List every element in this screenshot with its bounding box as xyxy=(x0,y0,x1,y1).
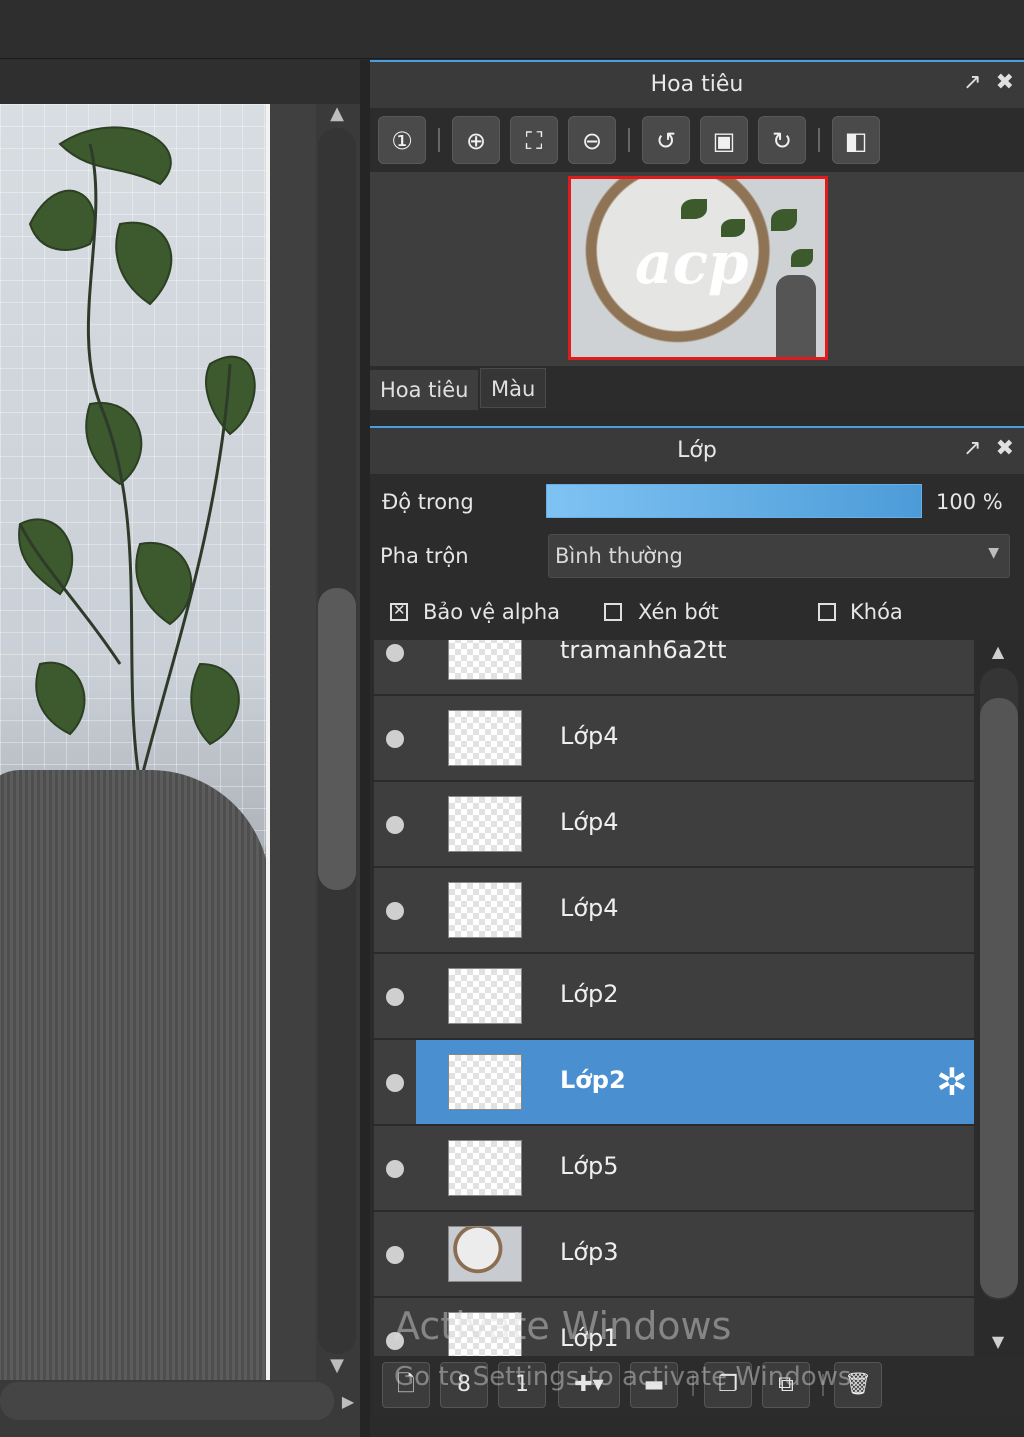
visibility-dot-icon[interactable] xyxy=(386,1160,404,1178)
canvas-image[interactable] xyxy=(0,104,268,1380)
chevron-down-icon: ▼ xyxy=(988,545,999,561)
tab-navigator[interactable]: Hoa tiêu xyxy=(370,370,479,410)
activation-watermark-subtitle: Go to Settings to activate Windows. xyxy=(394,1362,860,1392)
layer-name: Lớp2 xyxy=(560,1066,626,1094)
layer-name: Lớp4 xyxy=(560,894,619,922)
layer-thumbnail xyxy=(448,1140,522,1196)
protect-alpha-label: Bảo vệ alpha xyxy=(423,600,561,624)
toolbar-separator xyxy=(438,128,440,152)
layer-thumbnail xyxy=(448,1226,522,1282)
gear-icon[interactable]: ✲ xyxy=(936,1060,968,1104)
navigator-panel-header: Hoa tiêu ↗ ✖ xyxy=(370,60,1024,108)
visibility-dot-icon[interactable] xyxy=(386,1074,404,1092)
visibility-dot-icon[interactable] xyxy=(386,1246,404,1264)
preview-leaf xyxy=(771,209,797,231)
activation-watermark-title: Activate Windows xyxy=(394,1304,732,1348)
scroll-down-arrow-icon[interactable]: ▼ xyxy=(986,1332,1010,1354)
layer-row[interactable]: Lớp5 xyxy=(374,1126,974,1212)
popout-icon[interactable]: ↗ xyxy=(963,70,981,95)
toolbar-separator xyxy=(628,128,630,152)
layers-title: Lớp xyxy=(677,438,717,463)
layer-row[interactable]: Lớp2 xyxy=(374,954,974,1040)
preview-text: acp xyxy=(635,229,749,297)
layer-row[interactable]: Lớp4 xyxy=(374,782,974,868)
preview-vase xyxy=(776,275,816,357)
layer-name: Lớp5 xyxy=(560,1152,619,1180)
scroll-up-arrow-icon[interactable]: ▲ xyxy=(986,642,1010,664)
layer-thumbnail xyxy=(448,796,522,852)
fit-screen-icon[interactable]: ⛶ xyxy=(510,116,558,164)
lock-label: Khóa xyxy=(850,600,903,624)
opacity-slider[interactable] xyxy=(546,484,922,518)
vase-illustration xyxy=(0,770,268,1380)
fit-window-icon[interactable]: ▣ xyxy=(700,116,748,164)
zoom-actual-icon[interactable]: ① xyxy=(378,116,426,164)
canvas-gutter xyxy=(270,104,316,1380)
layer-row-selected[interactable]: Lớp2 ✲ xyxy=(374,1040,974,1126)
zoom-in-icon[interactable]: ⊕ xyxy=(452,116,500,164)
layer-name: Lớp4 xyxy=(560,722,619,750)
navigator-toolbar: ① ⊕ ⛶ ⊖ ↺ ▣ ↻ ◧ xyxy=(370,108,1024,172)
layer-thumbnail xyxy=(448,710,522,766)
blend-mode-value: Bình thường xyxy=(555,544,683,568)
zoom-out-icon[interactable]: ⊖ xyxy=(568,116,616,164)
rotate-left-icon[interactable]: ↺ xyxy=(642,116,690,164)
clipping-label: Xén bớt xyxy=(638,600,719,624)
navigator-title: Hoa tiêu xyxy=(650,72,744,97)
scroll-right-arrow-icon[interactable]: ▶ xyxy=(338,1390,358,1414)
scroll-up-arrow-icon[interactable]: ▲ xyxy=(326,104,348,124)
layer-name: tramanh6a2tt xyxy=(560,640,727,664)
layer-thumbnail xyxy=(448,882,522,938)
layers-panel-header: Lớp ↗ ✖ xyxy=(370,426,1024,474)
layer-row[interactable]: Lớp4 xyxy=(374,868,974,954)
layer-name: Lớp3 xyxy=(560,1238,619,1266)
canvas-horizontal-scrollbar[interactable] xyxy=(0,1382,334,1420)
panel-splitter[interactable] xyxy=(360,60,370,1437)
lock-checkbox[interactable] xyxy=(818,603,836,621)
toolbar-separator xyxy=(818,128,820,152)
layer-row[interactable]: tramanh6a2tt xyxy=(374,640,974,696)
visibility-dot-icon[interactable] xyxy=(386,644,404,662)
layer-row[interactable]: Lớp3 xyxy=(374,1212,974,1298)
layer-row[interactable]: Lớp4 xyxy=(374,696,974,782)
close-icon[interactable]: ✖ xyxy=(996,70,1014,95)
layer-thumbnail xyxy=(448,968,522,1024)
visibility-dot-icon[interactable] xyxy=(386,902,404,920)
layer-name: Lớp4 xyxy=(560,808,619,836)
preview-leaf xyxy=(681,199,707,219)
layer-list-scroll-thumb[interactable] xyxy=(980,698,1018,1298)
visibility-dot-icon[interactable] xyxy=(386,730,404,748)
canvas-header xyxy=(0,60,360,104)
navigator-tab-bar: Hoa tiêu Màu xyxy=(370,366,1024,412)
layer-thumbnail xyxy=(448,640,522,680)
close-icon[interactable]: ✖ xyxy=(996,436,1014,461)
popout-icon[interactable]: ↗ xyxy=(963,436,981,461)
blend-mode-label: Pha trộn xyxy=(380,544,469,568)
top-menu-strip xyxy=(0,0,1024,59)
visibility-dot-icon[interactable] xyxy=(386,988,404,1006)
plant-leaves-illustration xyxy=(18,126,256,785)
visibility-dot-icon[interactable] xyxy=(386,816,404,834)
opacity-label: Độ trong xyxy=(382,490,474,514)
layer-list[interactable]: tramanh6a2tt Lớp4 Lớp4 Lớp4 Lớp2 Lớp2 ✲ … xyxy=(374,640,976,1356)
scroll-down-arrow-icon[interactable]: ▼ xyxy=(326,1356,348,1376)
layer-thumbnail xyxy=(448,1054,522,1110)
rotate-right-icon[interactable]: ↻ xyxy=(758,116,806,164)
preview-leaf xyxy=(791,249,813,267)
canvas-vertical-scroll-thumb[interactable] xyxy=(318,588,356,890)
protect-alpha-checkbox[interactable] xyxy=(390,601,408,621)
clipping-checkbox[interactable] xyxy=(604,603,622,621)
flip-horizontal-icon[interactable]: ◧ xyxy=(832,116,880,164)
tab-color[interactable]: Màu xyxy=(480,368,547,408)
opacity-value: 100 % xyxy=(936,490,1003,514)
blend-mode-select[interactable]: Bình thường ▼ xyxy=(548,534,1010,578)
layer-name: Lớp2 xyxy=(560,980,619,1008)
navigator-preview-thumbnail[interactable]: acp xyxy=(568,176,828,360)
